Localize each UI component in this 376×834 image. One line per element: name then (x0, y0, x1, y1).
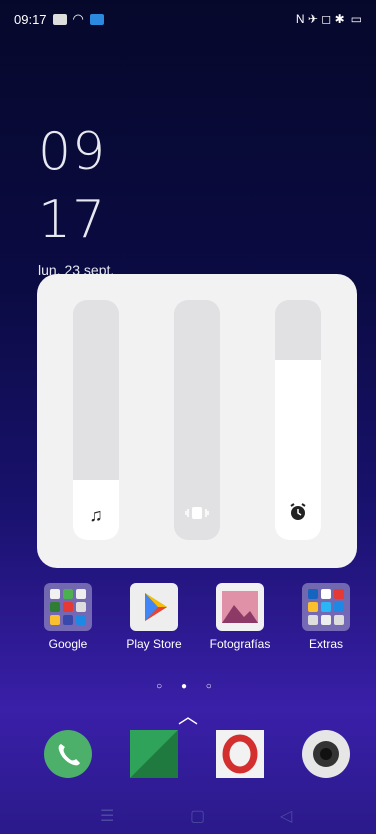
app-extras-folder[interactable]: Extras (286, 583, 366, 651)
phone-icon[interactable] (44, 730, 92, 778)
vibrate-icon (174, 505, 220, 526)
photos-icon (216, 583, 264, 631)
app-google-folder[interactable]: Google (28, 583, 108, 651)
music-note-icon: ♫ (89, 505, 103, 525)
alarm-volume-slider[interactable] (275, 300, 321, 540)
play-store-icon (130, 583, 178, 631)
battery-icon: ▭ (350, 12, 362, 26)
app-label: Play Store (126, 637, 182, 651)
media-volume-slider[interactable]: ♫ (73, 300, 119, 540)
clock-hour: 09 (38, 122, 107, 182)
app-play-store[interactable]: Play Store (114, 583, 194, 651)
home-nav-icon[interactable]: ▢ (190, 806, 205, 826)
status-icons: N ✈ ◻ ✱ (295, 12, 345, 26)
back-nav-icon[interactable]: ◁ (280, 806, 292, 826)
app-label: Extras (308, 637, 343, 651)
app-label: Google (48, 637, 88, 651)
dock (0, 730, 376, 786)
camera-icon[interactable] (302, 730, 350, 778)
google-folder-icon (44, 583, 92, 631)
page-indicator: ○ ● ○ (156, 681, 220, 692)
volume-panel: ♫ (37, 274, 357, 568)
alarm-icon (275, 503, 321, 526)
status-time: 09:17 (14, 11, 47, 27)
chevron-up-icon[interactable]: ︿ (0, 700, 376, 729)
extras-folder-icon (302, 583, 350, 631)
messages-icon[interactable] (130, 730, 178, 778)
opera-icon[interactable] (216, 730, 264, 778)
app-row: Google Play Store Fotografías Extras (0, 583, 376, 663)
clock-minute: 17 (38, 190, 107, 250)
ring-volume-slider[interactable] (174, 300, 220, 540)
app-photos[interactable]: Fotografías (200, 583, 280, 651)
notification-icon (52, 13, 67, 25)
navigation-bar: ☰ ▢ ◁ (0, 806, 376, 826)
menu-nav-icon[interactable]: ☰ (100, 806, 114, 826)
home-screen: 09:17 ◠ N ✈ ◻ ✱ ▭ 09 17 lun. 23 sept. ♫ (0, 0, 376, 834)
app-label: Fotografías (209, 637, 271, 651)
wifi-icon: ◠ (72, 11, 84, 26)
app-notification-icon (89, 13, 104, 25)
status-bar: 09:17 ◠ N ✈ ◻ ✱ ▭ (14, 8, 362, 30)
